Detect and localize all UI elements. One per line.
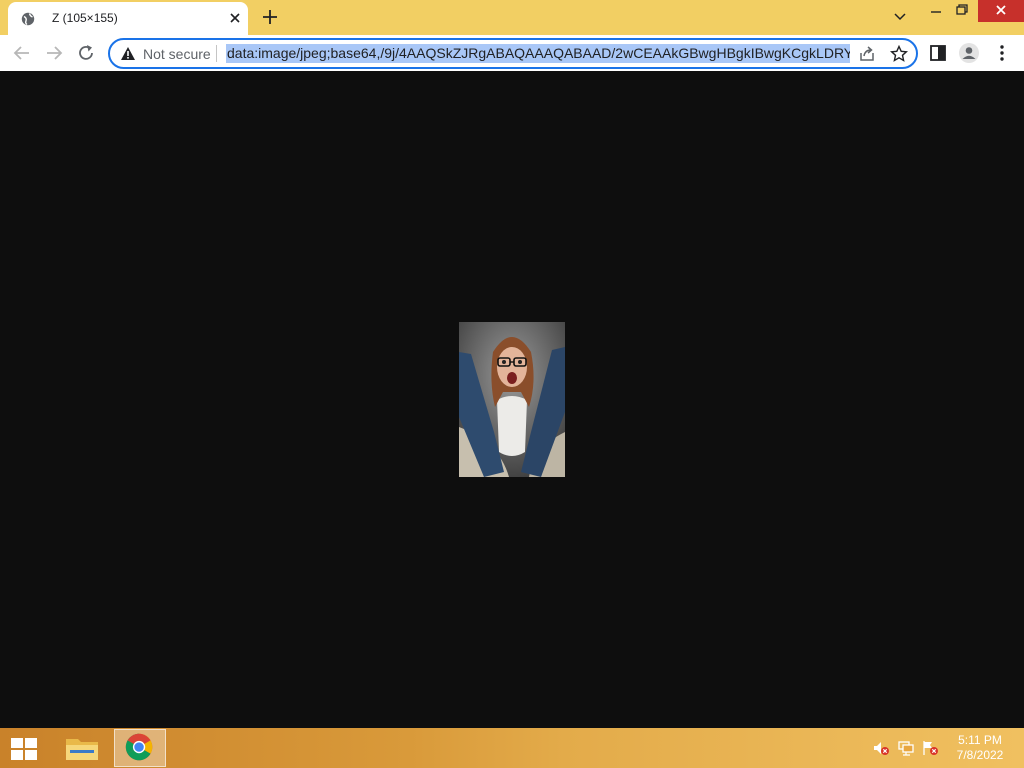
clock-date: 7/8/2022 <box>956 748 1004 762</box>
taskbar-file-explorer[interactable] <box>56 729 108 767</box>
close-icon <box>996 5 1006 15</box>
browser-toolbar: Not secure data:image/jpeg;base64,/9j/4A… <box>0 35 1024 71</box>
clock-time: 5:11 PM <box>958 733 1002 747</box>
photo-graphic <box>459 322 565 477</box>
browser-tab[interactable]: Z (105×155) <box>8 2 248 35</box>
taskbar-chrome[interactable] <box>114 729 166 767</box>
warning-icon[interactable] <box>120 46 136 61</box>
share-icon[interactable] <box>858 45 876 63</box>
url-text[interactable]: data:image/jpeg;base64,/9j/4AAQSkZJRgABA… <box>226 44 850 63</box>
chevron-down-icon[interactable] <box>884 0 916 30</box>
folder-icon <box>66 739 98 760</box>
chrome-icon <box>125 733 153 761</box>
address-bar[interactable]: Not secure data:image/jpeg;base64,/9j/4A… <box>108 38 918 69</box>
displayed-image[interactable] <box>459 322 565 477</box>
close-icon[interactable] <box>226 9 244 27</box>
action-center-flag-icon[interactable] <box>921 740 939 756</box>
plus-icon[interactable] <box>260 7 280 27</box>
tab-title: Z (105×155) <box>52 11 118 25</box>
profile-icon[interactable] <box>958 42 980 64</box>
reload-icon[interactable] <box>75 42 97 64</box>
security-status[interactable]: Not secure <box>143 46 211 62</box>
kebab-menu-icon[interactable] <box>991 42 1013 64</box>
omnibox-divider <box>216 45 217 62</box>
globe-icon <box>21 12 35 26</box>
network-icon[interactable] <box>897 740 915 756</box>
restore-icon[interactable] <box>946 0 978 30</box>
back-arrow-icon[interactable] <box>11 42 33 64</box>
windows-start-icon[interactable] <box>10 737 38 761</box>
star-icon[interactable] <box>890 45 908 63</box>
taskbar-clock[interactable]: 5:11 PM 7/8/2022 <box>940 733 1020 763</box>
tab-strip: Z (105×155) <box>0 0 1024 35</box>
forward-arrow-icon[interactable] <box>43 42 65 64</box>
side-panel-icon[interactable] <box>927 42 949 64</box>
window-close-button[interactable] <box>978 0 1024 22</box>
image-viewer <box>0 71 1024 728</box>
speaker-muted-icon[interactable] <box>872 740 890 756</box>
taskbar: 5:11 PM 7/8/2022 <box>0 728 1024 768</box>
